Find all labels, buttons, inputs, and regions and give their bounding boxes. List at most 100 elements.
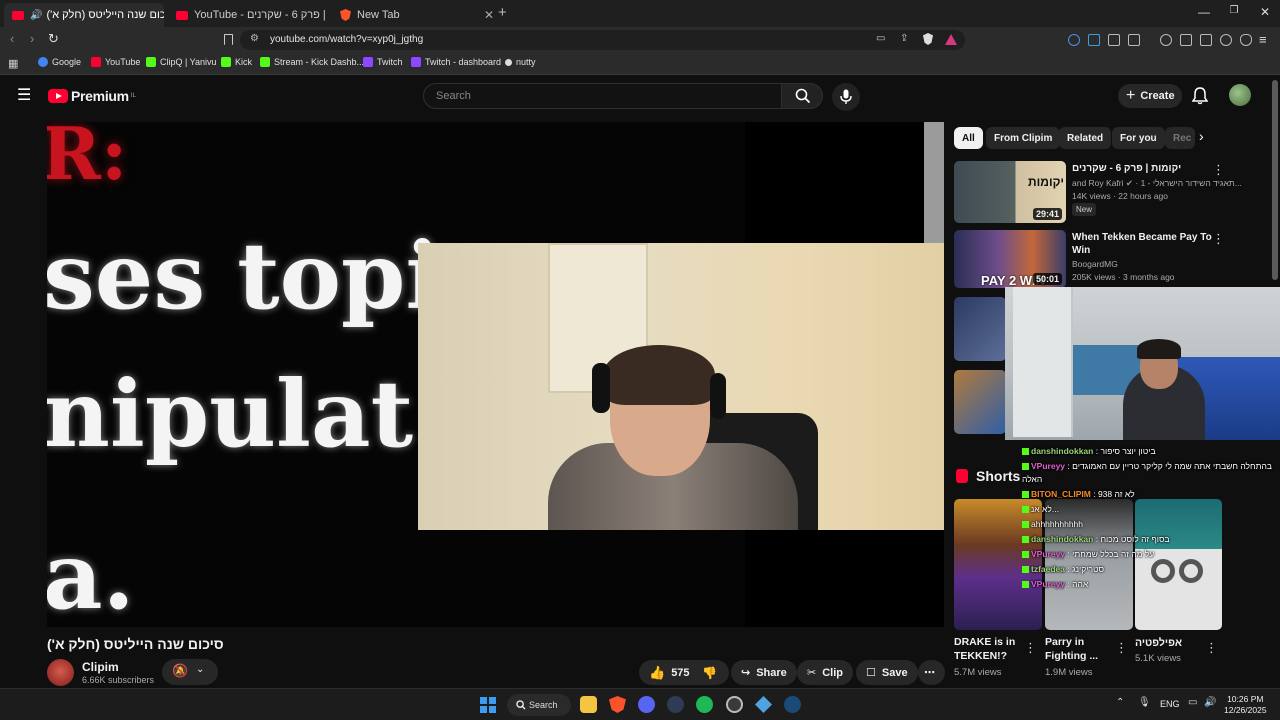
short-title[interactable]: Parry in Fighting ... [1045, 635, 1115, 663]
search-icon [516, 700, 526, 710]
search-button[interactable] [781, 83, 823, 109]
menu-icon[interactable]: ≡ [1259, 32, 1267, 47]
bookmark-nutty[interactable]: nutty [505, 57, 536, 67]
apps-grid-icon[interactable]: ▦ [8, 57, 18, 70]
tab-active[interactable]: 🔊 סיכום שנה הייליטס (חלק א') ✕ [4, 3, 164, 27]
translate-icon[interactable] [1088, 34, 1100, 46]
cast-icon[interactable]: ▭ [876, 33, 885, 44]
reload-icon[interactable]: ↻ [48, 31, 59, 47]
create-button[interactable]: + Create [1118, 84, 1182, 108]
close-tab-icon[interactable]: ✕ [484, 8, 494, 22]
recommendation-thumbnail[interactable]: PAY 2 WIN 50:01 [954, 230, 1066, 288]
more-options-icon[interactable]: ⋮ [1212, 231, 1225, 247]
steam-icon[interactable] [784, 696, 801, 713]
volume-icon[interactable]: 🔊 [1204, 697, 1216, 708]
dislike-button[interactable]: 👎 [694, 660, 724, 685]
chip-recently-uploaded[interactable]: Rec [1165, 127, 1195, 149]
chip-all[interactable]: All [954, 127, 983, 149]
account-avatar[interactable] [1229, 84, 1251, 106]
bookmark-page-icon[interactable] [224, 34, 233, 45]
overlay-scrollbar[interactable] [924, 122, 944, 243]
puzzle-icon[interactable] [1108, 34, 1120, 46]
taskbar-clock[interactable]: 10:26 PM 12/26/2025 [1224, 694, 1267, 716]
bell-off-icon: 🔕 [172, 663, 189, 678]
chip-related[interactable]: Related [1059, 127, 1112, 149]
bookmark-twitch-dashboard[interactable]: Twitch - dashboard [411, 57, 501, 67]
short-title[interactable]: DRAKE is in TEKKEN!? [954, 635, 1024, 663]
more-options-icon[interactable]: ⋮ [1024, 640, 1037, 656]
tab-new-tab[interactable]: New Tab ✕ [332, 3, 502, 27]
subscribed-notifications-button[interactable]: 🔕 ⌄ [162, 659, 218, 685]
taskbar-search[interactable]: Search [507, 694, 571, 716]
short-thumbnail[interactable] [1135, 499, 1222, 630]
brave-rewards-icon[interactable] [945, 34, 957, 45]
voice-search-button[interactable] [832, 83, 860, 111]
share-button[interactable]: ↪ Share [731, 660, 797, 685]
notifications-bell-icon[interactable] [1192, 87, 1208, 105]
app-icon[interactable] [667, 696, 684, 713]
recommendation-title[interactable]: יקומות | פרק 6 - שקרנים [1072, 162, 1212, 175]
recommendation-thumbnail[interactable]: יקומות 29:41 [954, 161, 1066, 223]
minimize-icon[interactable]: — [1190, 5, 1218, 19]
restore-icon[interactable]: ❐ [1220, 5, 1248, 16]
shorts-header: Shorts [956, 468, 1020, 484]
recommendation-title[interactable]: When Tekken Became Pay To Win [1072, 231, 1212, 257]
channel-name[interactable]: Clipim [82, 660, 119, 674]
more-options-icon[interactable]: ⋮ [1205, 640, 1218, 656]
bookmark-twitch[interactable]: Twitch [363, 57, 403, 67]
save-button[interactable]: ☐ Save [856, 660, 918, 685]
address-bar[interactable]: ⚙ youtube.com/watch?v=xyp0j_jgthg ▭ ⇪ [240, 30, 965, 50]
screenshot-icon[interactable] [1128, 34, 1140, 46]
tab-youtube-episode[interactable]: YouTube - יקומות | פרק 6 - שקרנים [168, 3, 328, 27]
forward-icon[interactable]: › [30, 31, 34, 46]
back-icon[interactable]: ‹ [10, 31, 14, 46]
extension-icon[interactable] [1068, 34, 1080, 46]
spotify-icon[interactable] [696, 696, 713, 713]
file-explorer-icon[interactable] [580, 696, 597, 713]
app-icon[interactable] [755, 696, 772, 713]
channel-avatar[interactable] [47, 659, 74, 686]
bookmark-google[interactable]: Google [38, 57, 81, 67]
wallet-icon[interactable] [1200, 34, 1212, 46]
sidebar-icon[interactable] [1180, 34, 1192, 46]
microphone-icon[interactable]: 🎙 [1138, 697, 1151, 708]
leo-ai-icon[interactable] [1220, 34, 1232, 46]
brave-shields-icon[interactable] [923, 33, 933, 45]
vpn-icon[interactable] [1240, 34, 1252, 46]
bookmark-kick[interactable]: Kick [221, 57, 252, 67]
more-actions-button[interactable]: ⋯ [918, 660, 945, 685]
more-options-icon[interactable]: ⋮ [1115, 640, 1128, 656]
show-hidden-icons-chevron-icon[interactable]: ⌃ [1116, 697, 1124, 708]
search-input[interactable] [424, 84, 781, 108]
bookmark-clipq[interactable]: ClipQ | Yanivu [146, 57, 217, 67]
short-title[interactable]: אפילפטיה [1135, 636, 1195, 650]
more-options-icon[interactable]: ⋮ [1212, 162, 1225, 178]
chips-next-chevron-icon[interactable]: › [1199, 128, 1204, 144]
windows-start-icon[interactable] [480, 697, 496, 713]
recommendation-channel[interactable]: and Roy Kafri ✔ · תאגיד השידור הישראלי -… [1072, 178, 1242, 189]
youtube-premium-logo[interactable]: Premium IL [48, 88, 136, 104]
language-indicator[interactable]: ENG [1160, 699, 1180, 709]
bookmark-youtube[interactable]: YouTube [91, 57, 140, 67]
share-page-icon[interactable]: ⇪ [900, 33, 908, 44]
recommendation-thumbnail[interactable] [954, 370, 1006, 434]
chip-for-you[interactable]: For you [1112, 127, 1165, 149]
music-icon[interactable] [1160, 34, 1172, 46]
audio-icon[interactable]: 🔊 [30, 10, 42, 21]
recommendation-thumbnail[interactable] [954, 297, 1006, 361]
youtube-icon [176, 10, 188, 20]
network-icon[interactable]: ▭ [1188, 697, 1197, 708]
close-window-icon[interactable]: ✕ [1251, 5, 1279, 19]
chip-from-clipim[interactable]: From Clipim [986, 127, 1061, 149]
clip-button[interactable]: ✂ Clip [797, 660, 853, 685]
recommendation-channel[interactable]: BoogardMG [1072, 259, 1118, 269]
bookmark-kick-dashboard[interactable]: Stream - Kick Dashb... [260, 57, 364, 67]
brave-browser-icon[interactable] [609, 696, 626, 713]
obs-icon[interactable] [726, 696, 743, 713]
page-scrollbar[interactable] [1272, 80, 1278, 280]
site-info-icon[interactable]: ⚙ [250, 33, 259, 44]
hamburger-menu-icon[interactable]: ☰ [17, 85, 31, 105]
new-tab-button[interactable]: + [498, 4, 507, 21]
discord-icon[interactable] [638, 696, 655, 713]
chat-message: ahhhhhhhhhh [1022, 519, 1083, 529]
